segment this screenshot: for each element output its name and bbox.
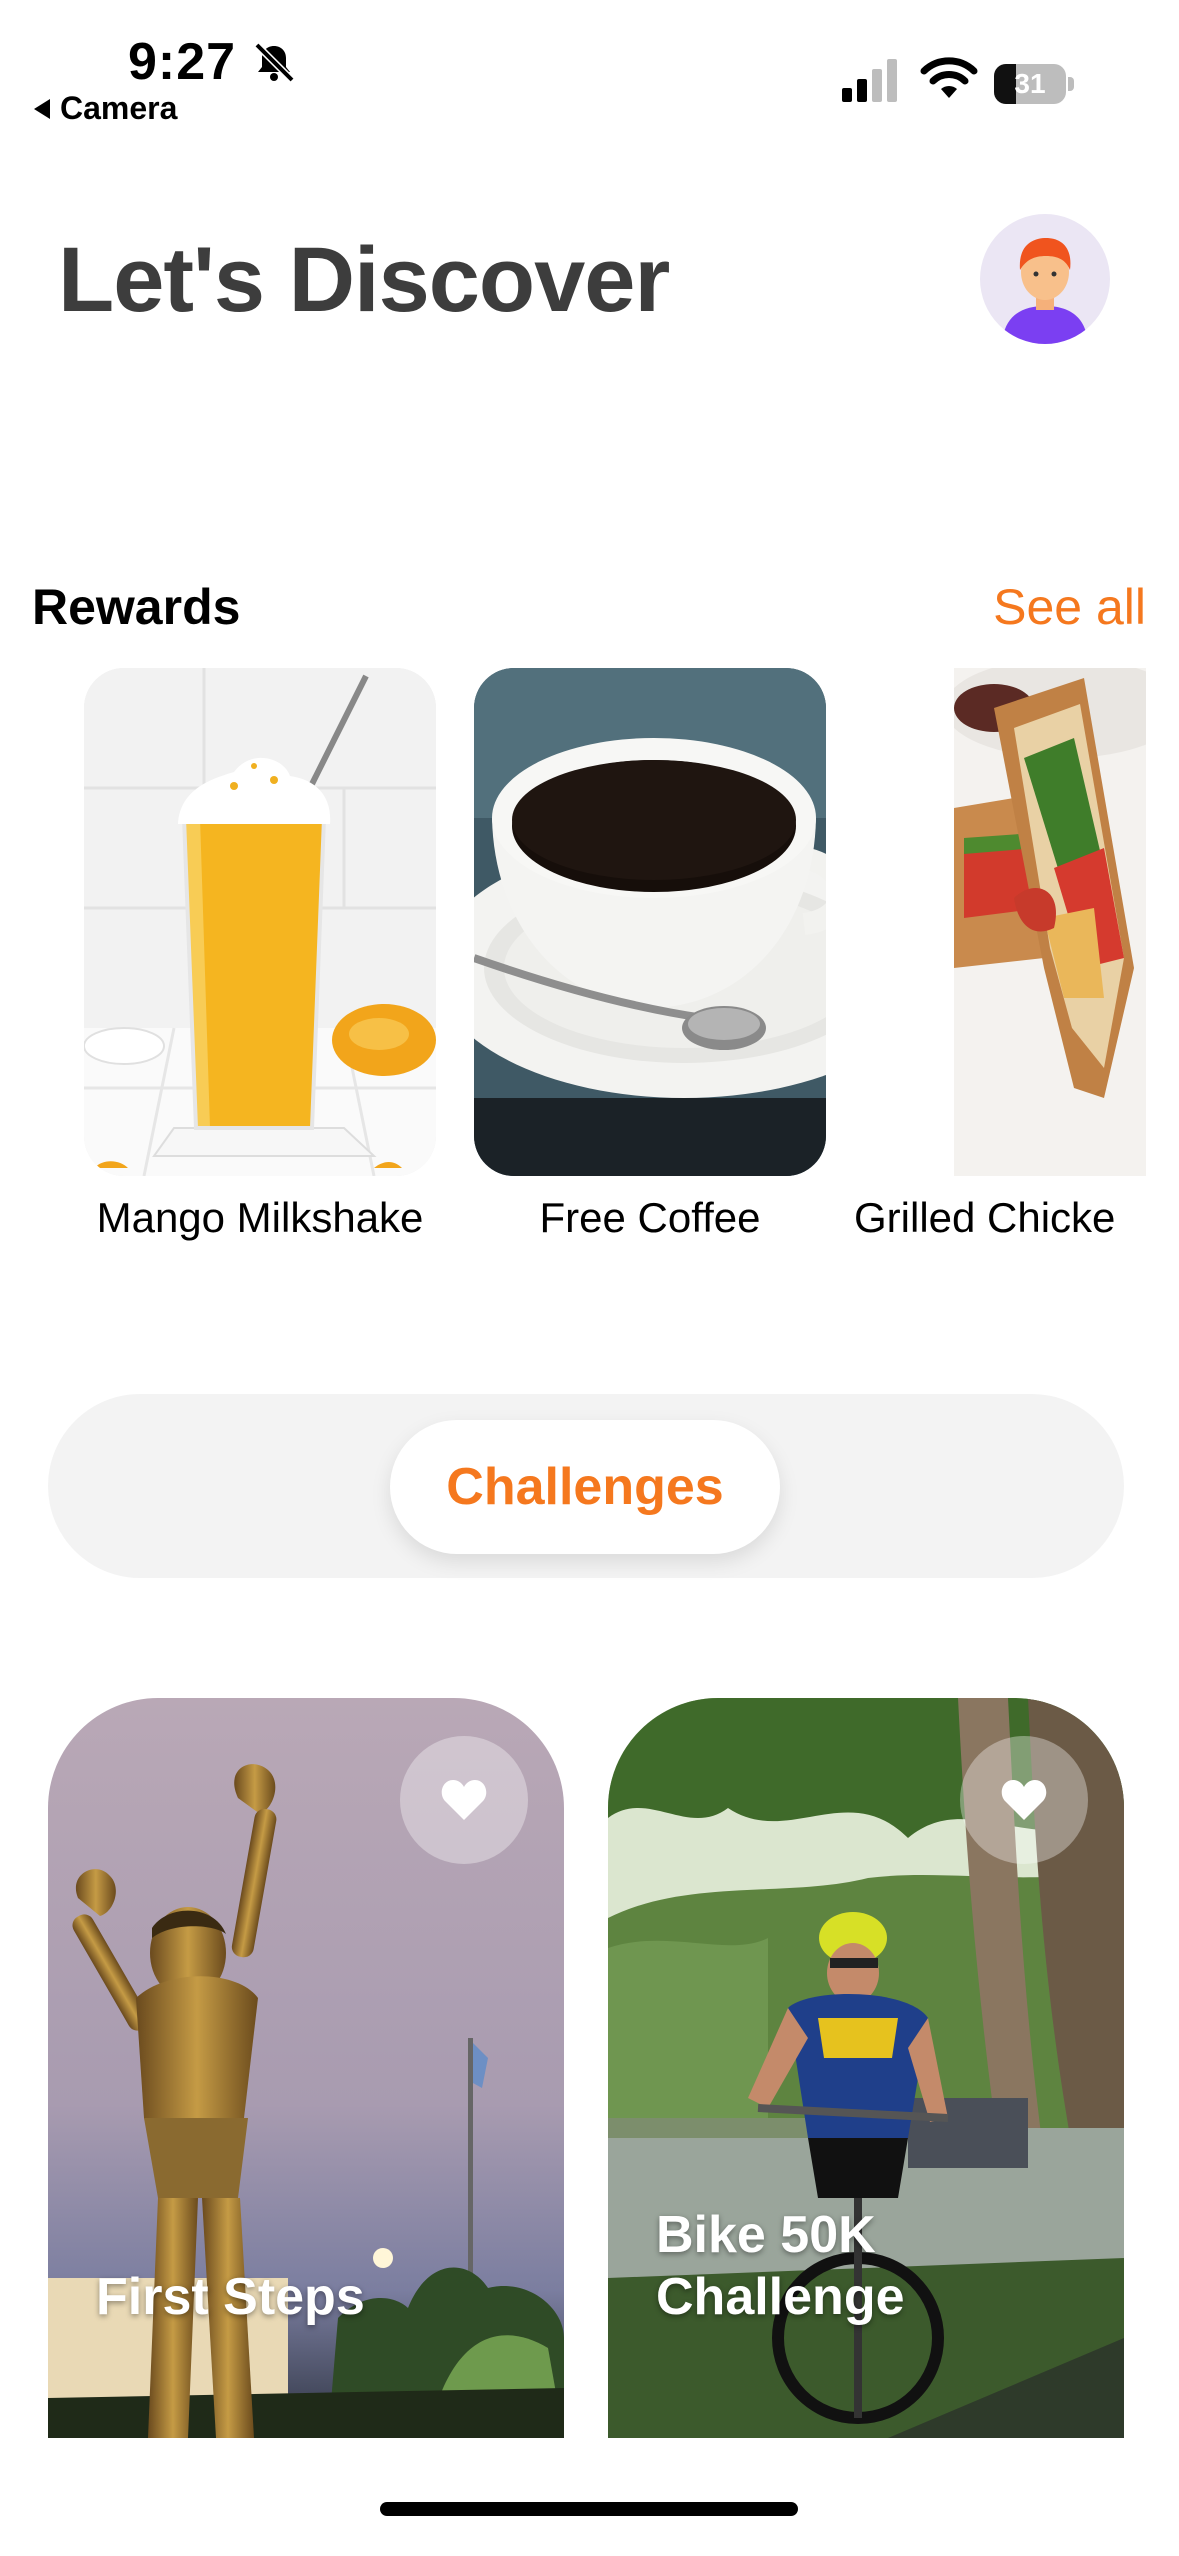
reward-label: Mango Milkshake [96, 1194, 424, 1241]
back-label: Camera [60, 90, 178, 126]
status-time: 9:27 [128, 33, 237, 91]
heart-icon [1001, 1780, 1047, 1820]
page-title: Let's Discover [58, 229, 670, 331]
reward-card[interactable]: Mango Milkshake [84, 668, 436, 1242]
coffee-cup-photo [474, 668, 826, 1176]
back-arrow-icon [34, 98, 50, 119]
cellular-signal-icon [842, 59, 897, 102]
profile-avatar-button[interactable] [980, 214, 1110, 344]
see-all-link[interactable]: See all [993, 578, 1146, 636]
favorite-button[interactable] [400, 1736, 528, 1864]
reward-label: Grilled Chicke [854, 1194, 1116, 1241]
battery-percent: 31 [1014, 68, 1046, 99]
back-to-camera-link[interactable]: Camera [34, 90, 177, 127]
reward-card[interactable]: Free Coffee [474, 668, 826, 1242]
rewards-carousel[interactable]: Mango Milkshake Free Coffee Grilled Chic… [0, 668, 1146, 1258]
heart-icon [441, 1780, 487, 1820]
challenge-card[interactable]: Bike 50K Challenge [608, 1698, 1124, 2438]
rewards-header: Rewards See all [32, 574, 1146, 638]
mango-milkshake-photo [84, 668, 436, 1176]
tab-challenges[interactable]: Challenges [390, 1420, 780, 1554]
battery-indicator: 31 [994, 64, 1074, 104]
reward-label: Free Coffee [539, 1194, 761, 1241]
user-avatar-icon [1002, 238, 1088, 344]
reward-card[interactable]: Grilled Chicke [854, 668, 1146, 1242]
grilled-chicken-sandwich-photo [864, 668, 1146, 1176]
challenge-title: First Steps [96, 2267, 365, 2326]
status-bar: 9:27 Camera 31 [0, 0, 1179, 140]
favorite-button[interactable] [960, 1736, 1088, 1864]
challenge-title: Bike 50K Challenge [656, 2206, 905, 2326]
category-segmented-control: Challenges [48, 1394, 1124, 1578]
rewards-title: Rewards [32, 579, 241, 635]
home-indicator[interactable] [380, 2502, 798, 2516]
bell-muted-icon [254, 42, 295, 83]
wifi-icon [920, 57, 978, 98]
challenge-card[interactable]: First Steps [48, 1698, 564, 2438]
